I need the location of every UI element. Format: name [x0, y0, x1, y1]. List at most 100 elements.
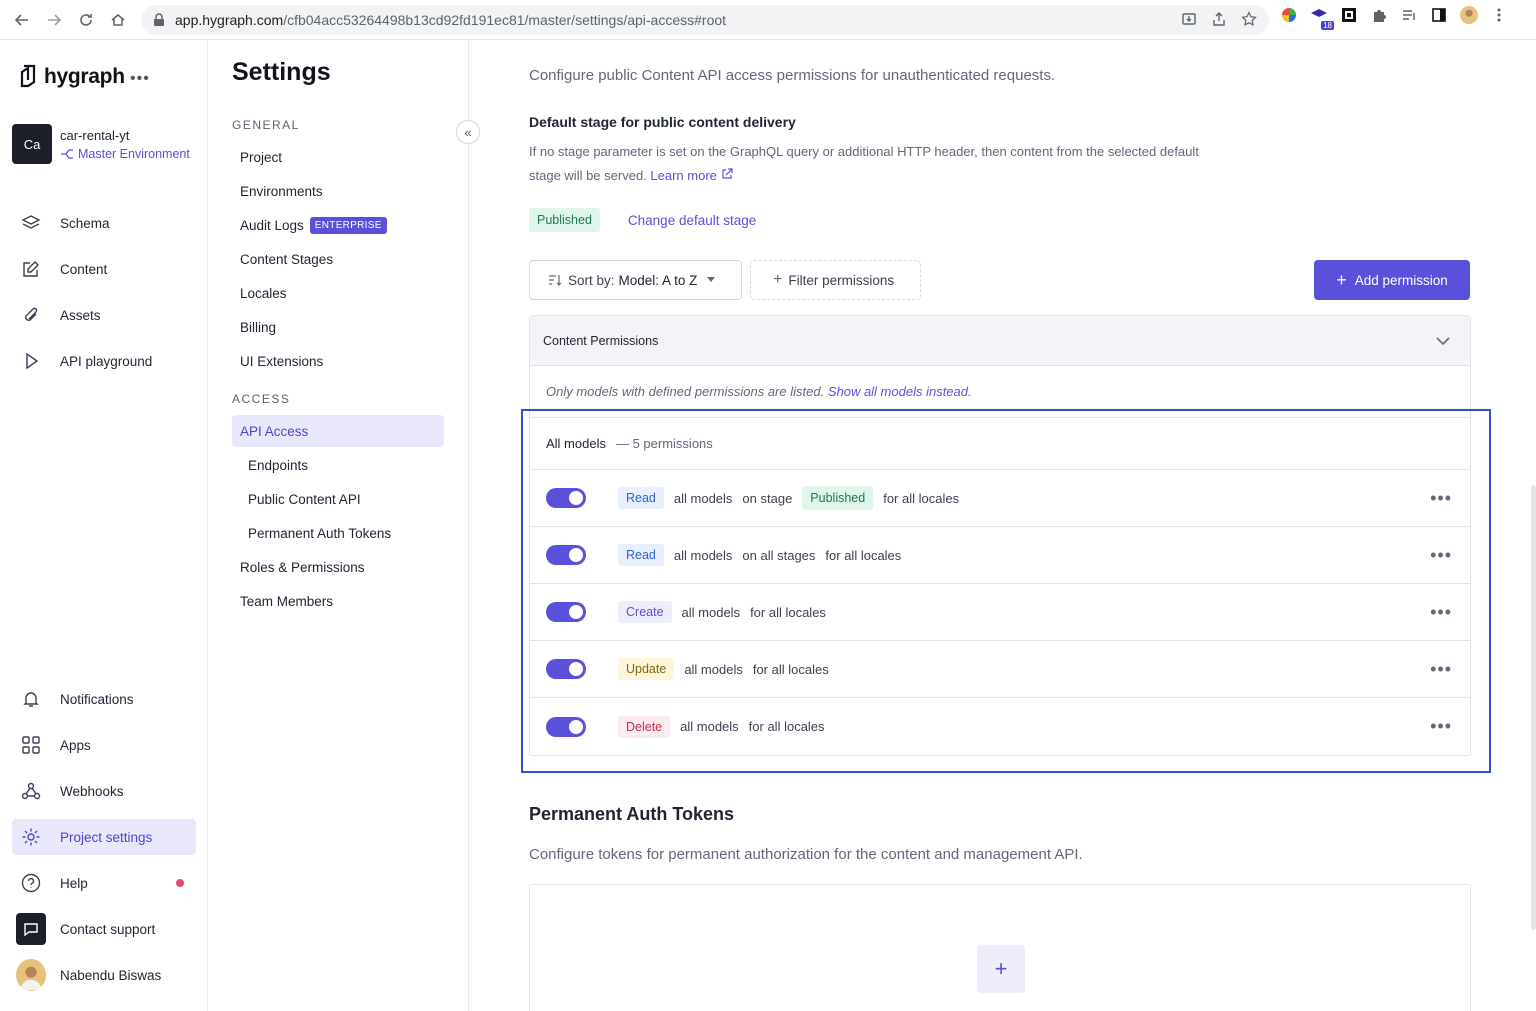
kebab-menu-icon[interactable]	[1490, 6, 1508, 24]
settings-item-permanent-auth-tokens[interactable]: Permanent Auth Tokens	[232, 517, 444, 549]
learn-more-link[interactable]: Learn more	[650, 168, 733, 183]
plus-icon: +	[773, 271, 783, 288]
settings-item-api-access[interactable]: API Access	[232, 415, 444, 447]
collapse-icon[interactable]: «	[456, 120, 480, 144]
settings-item-environments[interactable]: Environments	[232, 175, 444, 207]
forward-icon[interactable]	[38, 4, 70, 36]
edit-icon	[20, 258, 42, 280]
logo-text: hygraph	[44, 65, 125, 88]
star-icon[interactable]	[1241, 11, 1257, 27]
add-permission-label: Add permission	[1354, 272, 1448, 288]
share-icon[interactable]	[1211, 11, 1227, 27]
permission-text: for all locales	[750, 604, 826, 620]
nav-content[interactable]: Content	[12, 251, 196, 287]
permission-text: all models	[684, 661, 743, 677]
settings-item-endpoints[interactable]: Endpoints	[232, 449, 444, 481]
show-all-models-link[interactable]: Show all models instead.	[828, 384, 972, 399]
permission-row: Read all models on all stages for all lo…	[530, 527, 1470, 584]
qr-extension-icon[interactable]	[1340, 6, 1358, 24]
nav-help[interactable]: Help	[12, 865, 196, 901]
add-permission-button[interactable]: + Add permission	[1314, 260, 1470, 300]
action-badge: Create	[618, 601, 672, 623]
permission-text: for all locales	[748, 719, 825, 734]
sort-value: Model: A to Z	[618, 272, 698, 288]
back-icon[interactable]	[6, 4, 38, 36]
home-icon[interactable]	[102, 4, 134, 36]
add-token-button[interactable]: +	[977, 945, 1025, 993]
profile-avatar[interactable]	[1460, 6, 1478, 24]
settings-item-project[interactable]: Project	[232, 141, 444, 173]
permission-row: Read all models on stage Published for a…	[530, 470, 1470, 527]
settings-item-roles-permissions[interactable]: Roles & Permissions	[232, 551, 444, 583]
permissions-header[interactable]: Content Permissions	[530, 316, 1470, 366]
chevron-down-icon	[1436, 336, 1450, 345]
settings-item-ui-extensions[interactable]: UI Extensions	[232, 345, 444, 377]
nav-apps[interactable]: Apps	[12, 727, 196, 763]
nav-notifications[interactable]: Notifications	[12, 681, 196, 717]
enterprise-badge: ENTERPRISE	[309, 216, 387, 234]
section-general: GENERAL	[232, 118, 300, 132]
settings-item-public-content-api[interactable]: Public Content API	[232, 483, 444, 515]
sort-dropdown[interactable]: Sort by: Model: A to Z	[529, 260, 742, 300]
nav-label: Apps	[60, 737, 91, 753]
notification-dot	[176, 879, 184, 887]
page-title: Settings	[232, 58, 331, 86]
settings-item-content-stages[interactable]: Content Stages	[232, 243, 444, 275]
permission-text: for all locales	[752, 661, 829, 677]
nav-project-settings[interactable]: Project settings	[12, 819, 196, 855]
settings-item-locales[interactable]: Locales	[232, 277, 444, 309]
default-stage-description: If no stage parameter is set on the Grap…	[529, 140, 1209, 188]
more-options-icon[interactable]: •••	[1430, 488, 1452, 509]
nav-webhooks[interactable]: Webhooks	[12, 773, 196, 809]
color-extension-icon[interactable]	[1280, 6, 1298, 24]
action-badge: Delete	[618, 715, 671, 738]
change-stage-link[interactable]: Change default stage	[628, 213, 756, 228]
more-icon[interactable]: •••	[130, 70, 150, 88]
nav-assets[interactable]: Assets	[12, 297, 196, 333]
nav-schema[interactable]: Schema	[12, 205, 196, 241]
more-options-icon[interactable]: •••	[1430, 602, 1452, 623]
permission-toggle[interactable]	[546, 545, 586, 565]
extension-badge: 18	[1321, 21, 1334, 30]
nav-contact-support[interactable]: Contact support	[12, 911, 196, 947]
address-bar[interactable]: app.hygraph.com/cfb04acc53264498b13cd92f…	[141, 5, 1269, 35]
graduation-extension-icon[interactable]: 18	[1310, 6, 1334, 30]
nav-user[interactable]: Nabendu Biswas	[12, 957, 196, 993]
settings-item-billing[interactable]: Billing	[232, 311, 444, 343]
permission-text: on stage	[742, 490, 793, 506]
apps-icon	[20, 734, 42, 756]
permission-toggle[interactable]	[546, 659, 586, 679]
permission-toggle[interactable]	[546, 602, 586, 622]
install-icon[interactable]	[1181, 11, 1197, 27]
more-options-icon[interactable]: •••	[1430, 716, 1452, 737]
sort-prefix: Sort by:	[568, 272, 615, 288]
external-link-icon	[721, 168, 733, 179]
app-sidebar: hygraph ••• Ca car-rental-yt Master Envi…	[0, 40, 208, 1011]
more-options-icon[interactable]: •••	[1430, 659, 1452, 680]
filter-permissions-button[interactable]: + Filter permissions	[750, 260, 921, 300]
reload-icon[interactable]	[70, 4, 102, 36]
gear-icon	[20, 826, 42, 848]
settings-item-audit-logs[interactable]: Audit Logs ENTERPRISE	[232, 209, 444, 241]
scrollbar[interactable]	[1531, 485, 1536, 930]
settings-item-team-members[interactable]: Team Members	[232, 585, 444, 617]
nav-api-playground[interactable]: API playground	[12, 343, 196, 379]
project-switcher[interactable]: Ca car-rental-yt Master Environment	[12, 124, 190, 164]
section-access: ACCESS	[232, 392, 291, 406]
sidepanel-icon[interactable]	[1430, 6, 1448, 24]
nav-label: Schema	[60, 215, 110, 231]
permission-row: Update all models for all locales •••	[530, 641, 1470, 698]
hygraph-logo[interactable]: hygraph	[20, 64, 125, 90]
project-name: car-rental-yt	[60, 127, 130, 143]
permission-text: all models	[681, 604, 741, 620]
permission-row: Create all models for all locales •••	[530, 584, 1470, 641]
permission-toggle[interactable]	[546, 488, 586, 508]
permission-toggle[interactable]	[546, 716, 586, 737]
environment-link[interactable]: Master Environment	[60, 147, 190, 161]
playlist-icon[interactable]	[1400, 6, 1418, 24]
puzzle-icon[interactable]	[1370, 6, 1388, 24]
paperclip-icon	[20, 304, 42, 326]
permission-row: Delete all models for all locales •••	[530, 698, 1470, 755]
more-options-icon[interactable]: •••	[1430, 545, 1452, 566]
chevron-down-icon	[707, 277, 716, 282]
